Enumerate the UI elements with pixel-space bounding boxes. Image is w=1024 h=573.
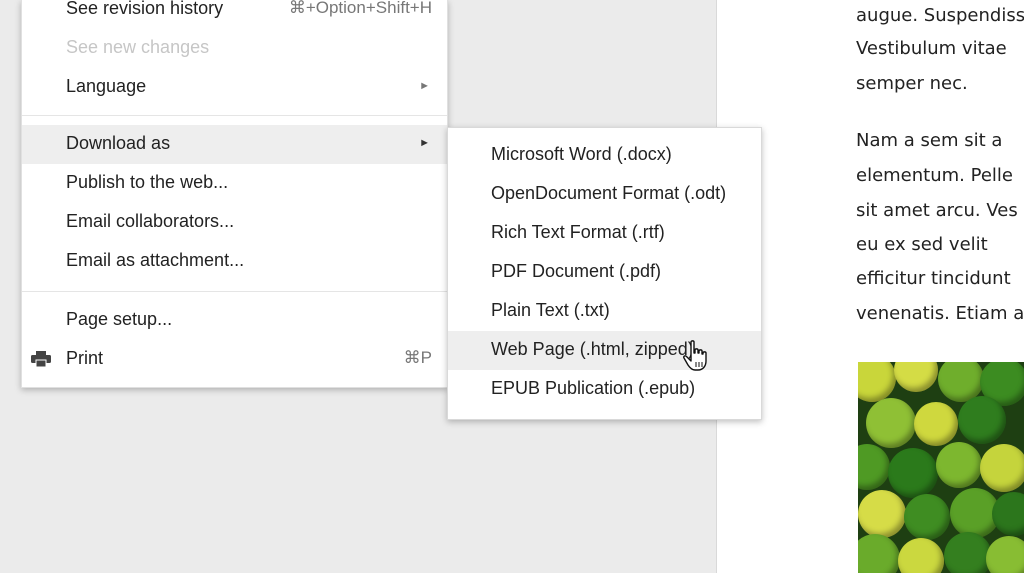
download-option-txt[interactable]: Plain Text (.txt) bbox=[448, 292, 761, 331]
printer-icon bbox=[31, 351, 51, 367]
menu-separator bbox=[22, 291, 447, 292]
menu-item-label: Email as attachment... bbox=[66, 250, 245, 270]
download-option-docx[interactable]: Microsoft Word (.docx) bbox=[448, 136, 761, 175]
download-option-label: PDF Document (.pdf) bbox=[491, 261, 662, 281]
download-option-epub[interactable]: EPUB Publication (.epub) bbox=[448, 370, 761, 409]
submenu-arrow-icon: ► bbox=[419, 80, 430, 92]
download-option-rtf[interactable]: Rich Text Format (.rtf) bbox=[448, 214, 761, 253]
menu-item-label: Email collaborators... bbox=[66, 211, 235, 231]
menu-item-label: Print bbox=[66, 348, 104, 368]
document-line: venenatis. Etiam a bbox=[856, 303, 1024, 324]
file-menu: See revision history ⌘+Option+Shift+H Se… bbox=[21, 0, 448, 388]
document-line: Vestibulum vitae bbox=[856, 38, 1007, 59]
menu-item-label: See new changes bbox=[66, 37, 210, 57]
download-option-label: Microsoft Word (.docx) bbox=[491, 144, 672, 164]
menu-item-label: Page setup... bbox=[66, 309, 173, 329]
menu-item-label: Language bbox=[66, 76, 147, 96]
menu-item-email-collaborators[interactable]: Email collaborators... bbox=[22, 203, 447, 242]
download-option-pdf[interactable]: PDF Document (.pdf) bbox=[448, 253, 761, 292]
document-line: Nam a sem sit a bbox=[856, 130, 1003, 151]
document-line: eu ex sed velit bbox=[856, 234, 988, 255]
menu-item-publish-to-web[interactable]: Publish to the web... bbox=[22, 164, 447, 203]
document-line: semper nec. bbox=[856, 73, 968, 94]
download-option-html-zipped[interactable]: Web Page (.html, zipped) bbox=[448, 331, 761, 370]
menu-item-shortcut: ⌘P bbox=[403, 348, 432, 367]
download-option-label: Web Page (.html, zipped) bbox=[491, 339, 694, 359]
download-option-label: Rich Text Format (.rtf) bbox=[491, 222, 665, 242]
menu-item-email-as-attachment[interactable]: Email as attachment... bbox=[22, 242, 447, 281]
menu-item-see-revision-history[interactable]: See revision history ⌘+Option+Shift+H bbox=[22, 0, 447, 29]
document-line: sit amet arcu. Ves bbox=[856, 200, 1018, 221]
hand-pointer-cursor-icon bbox=[683, 340, 707, 371]
menu-item-print[interactable]: Print ⌘P bbox=[22, 340, 447, 379]
document-line: elementum. Pelle bbox=[856, 165, 1013, 186]
menu-item-language[interactable]: Language ► bbox=[22, 68, 447, 107]
document-line: augue. Suspendisse bbox=[856, 5, 1024, 26]
submenu-arrow-icon: ► bbox=[419, 137, 430, 149]
menu-item-see-new-changes: See new changes bbox=[22, 29, 447, 68]
limes-photo bbox=[858, 362, 1024, 573]
menu-item-page-setup[interactable]: Page setup... bbox=[22, 301, 447, 340]
download-as-submenu: Microsoft Word (.docx) OpenDocument Form… bbox=[447, 127, 762, 420]
download-option-odt[interactable]: OpenDocument Format (.odt) bbox=[448, 175, 761, 214]
menu-item-shortcut: ⌘+Option+Shift+H bbox=[288, 0, 432, 17]
download-option-label: Plain Text (.txt) bbox=[491, 300, 610, 320]
download-option-label: OpenDocument Format (.odt) bbox=[491, 183, 727, 203]
menu-item-label: Publish to the web... bbox=[66, 172, 229, 192]
menu-item-label: Download as bbox=[66, 133, 171, 153]
document-line: efficitur tincidunt bbox=[856, 268, 1011, 289]
menu-separator bbox=[22, 115, 447, 116]
download-option-label: EPUB Publication (.epub) bbox=[491, 378, 696, 398]
menu-item-label: See revision history bbox=[66, 0, 224, 18]
menu-item-download-as[interactable]: Download as ► bbox=[22, 125, 447, 164]
